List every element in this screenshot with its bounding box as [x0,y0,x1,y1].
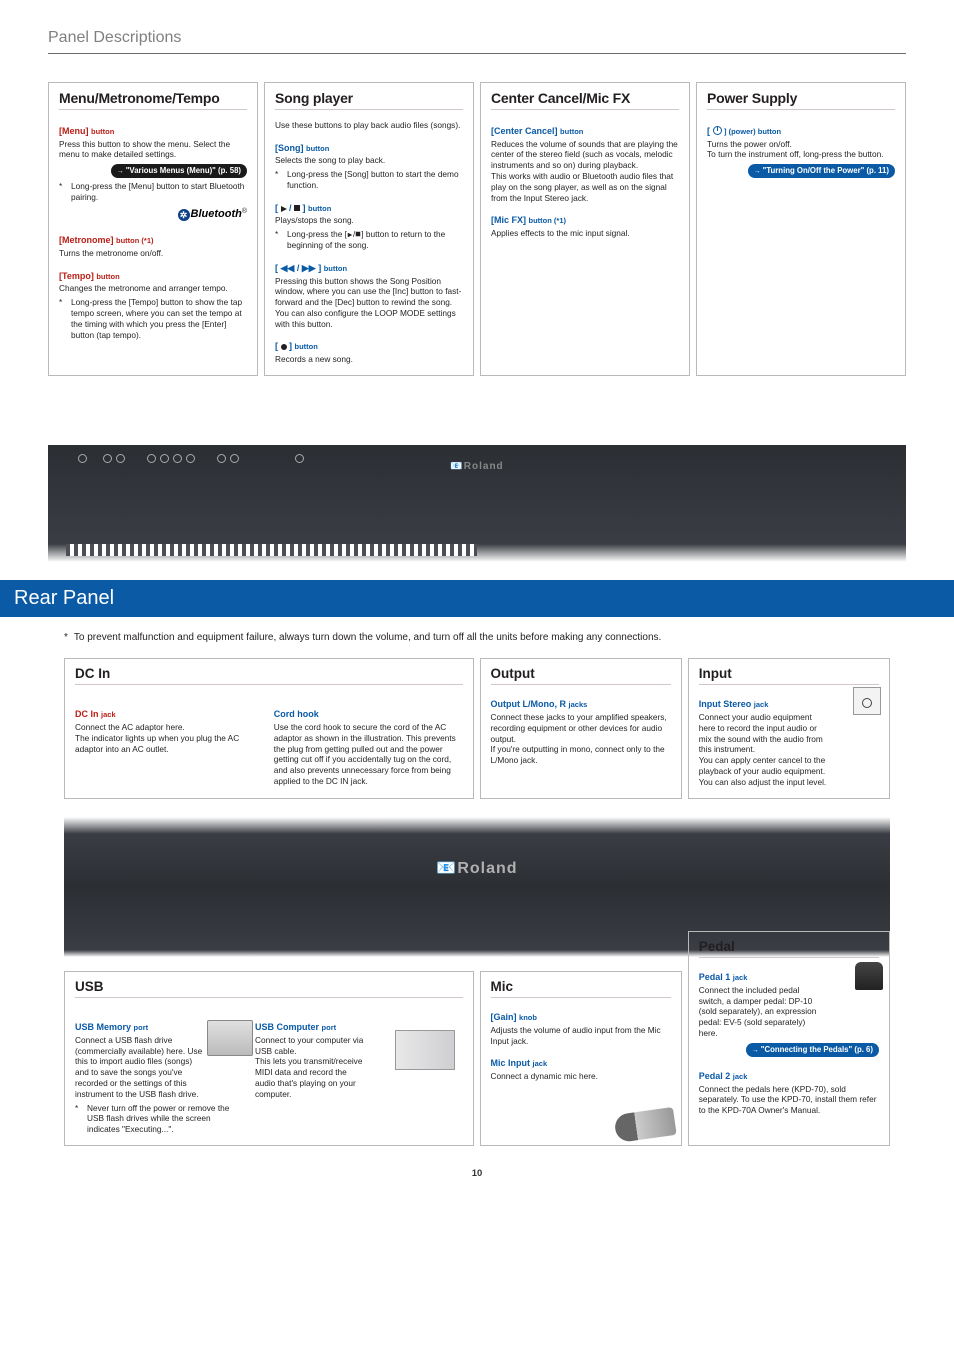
stereo-jack-icon [853,687,881,715]
usbmem-desc: Connect a USB flash drive (commercially … [75,1035,205,1100]
stop-icon [356,232,361,237]
playstop-note: *Long-press the [/] button to return to … [275,229,463,251]
play-icon [348,233,353,238]
menu-button-label: [Menu] button [59,126,114,138]
panel-song: Song player Use these buttons to play ba… [264,82,474,376]
panel-title-output: Output [491,665,671,686]
menu-button-desc: Press this button to show the menu. Sele… [59,139,247,161]
badge-connecting-pedals: "Connecting the Pedals" (p. 6) [746,1043,879,1057]
song-intro: Use these buttons to play back audio fil… [275,120,463,131]
panel-title-usb: USB [75,978,463,999]
panel-title-mic: Mic [491,978,671,999]
page-title: Panel Descriptions [48,0,906,49]
tempo-note: *Long-press the [Tempo] button to show t… [59,297,247,340]
badge-various-menus: "Various Menus (Menu)" (p. 58) [111,164,247,178]
pedal-icon [855,962,883,990]
rwff-desc: Pressing this button shows the Song Posi… [275,276,463,330]
panel-menu: Menu/Metronome/Tempo [Menu] button Press… [48,82,258,376]
micfx-label: [Mic FX] button (*1) [491,215,566,227]
power-icon [713,126,722,135]
gain-label: [Gain] knob [491,1012,537,1024]
centercancel-label: [Center Cancel] button [491,126,583,138]
tempo-button-label: [Tempo] button [59,271,120,283]
cordhook-desc: Use the cord hook to secure the cord of … [274,722,463,787]
micin-label: Mic Input jack [491,1058,548,1070]
song-button-desc: Selects the song to play back. [275,155,463,166]
forward-icon: ▶▶ [302,263,316,275]
rewind-icon: ◀◀ [281,263,295,275]
stop-icon [294,205,300,211]
input-label: Input Stereo jack [699,699,769,711]
section-title-rear: Rear Panel [0,580,954,617]
pedal2-desc: Connect the pedals here (KPD-70), sold s… [699,1084,879,1116]
top-panel-illustration: 📧Roland [48,382,906,562]
song-note: *Long-press the [Song] button to start t… [275,169,463,191]
usbcomp-label: USB Computer port [255,1022,336,1034]
menu-note: *Long-press the [Menu] button to start B… [59,181,247,203]
micfx-desc: Applies effects to the mic input signal. [491,228,679,239]
playstop-button-label: [ / ] button [275,203,331,215]
usbmem-note: *Never turn off the power or remove the … [75,1103,245,1135]
metronome-button-desc: Turns the metronome on/off. [59,248,247,259]
record-icon [281,344,287,350]
panel-title-dcin: DC In [75,665,463,686]
panel-title-center: Center Cancel/Mic FX [491,89,679,110]
pedal1-label: Pedal 1 jack [699,972,748,984]
panel-title-song: Song player [275,89,463,110]
song-button-label: [Song] button [275,143,329,155]
cordhook-label: Cord hook [274,709,319,721]
usb-drive-icon [207,1020,253,1056]
roland-logo-rear: 📧Roland [436,859,517,880]
panel-mic: Mic [Gain] knob Adjusts the volume of au… [480,971,682,1146]
dcin-jack-label: DC In jack [75,709,116,721]
playstop-desc: Plays/stops the song. [275,215,463,226]
caution-text: *To prevent malfunction and equipment fa… [48,617,906,658]
bluetooth-logo: ✲Bluetooth® [59,207,247,221]
micin-desc: Connect a dynamic mic here. [491,1071,601,1082]
output-desc: Connect these jacks to your amplified sp… [491,712,671,766]
roland-logo: 📧Roland [450,460,503,473]
panel-power: Power Supply [ ] (power) button Turns th… [696,82,906,376]
power-button-label: [ ] (power) button [707,126,781,138]
dcin-jack-desc: Connect the AC adaptor here. The indicat… [75,722,264,754]
usbmem-label: USB Memory port [75,1022,148,1034]
rec-button-label: [ ] button [275,341,318,353]
mic-icon [613,1107,676,1143]
pedal1-desc: Connect the included pedal switch, a dam… [699,985,819,1039]
panel-title-menu: Menu/Metronome/Tempo [59,89,247,110]
metronome-button-label: [Metronome] button (*1) [59,235,154,247]
play-icon [281,206,287,212]
panel-title-pedal: Pedal [699,938,879,959]
usbcomp-desc: Connect to your computer via USB cable. … [255,1035,365,1100]
output-label: Output L/Mono, R jacks [491,699,588,711]
input-desc: Connect your audio equipment here to rec… [699,712,829,787]
rec-desc: Records a new song. [275,354,463,365]
rwff-button-label: [ ◀◀ / ▶▶ ] button [275,263,347,275]
power-desc: Turns the power on/off. To turn the inst… [707,139,895,161]
gain-desc: Adjusts the volume of audio input from t… [491,1025,671,1047]
panel-center: Center Cancel/Mic FX [Center Cancel] but… [480,82,690,376]
panel-pedal: Pedal Pedal 1 jack Connect the included … [688,931,890,1146]
tempo-button-desc: Changes the metronome and arranger tempo… [59,283,247,294]
usb-cable-icon [395,1030,455,1070]
panel-title-power: Power Supply [707,89,895,110]
pedal2-label: Pedal 2 jack [699,1071,748,1083]
badge-power-on-off: "Turning On/Off the Power" (p. 11) [748,164,895,178]
panel-output: Output Output L/Mono, R jacks Connect th… [480,658,682,799]
centercancel-desc: Reduces the volume of sounds that are pl… [491,139,679,204]
page-number: 10 [48,1168,906,1180]
panel-title-input: Input [699,665,879,686]
panel-input: Input Input Stereo jack Connect your aud… [688,658,890,799]
